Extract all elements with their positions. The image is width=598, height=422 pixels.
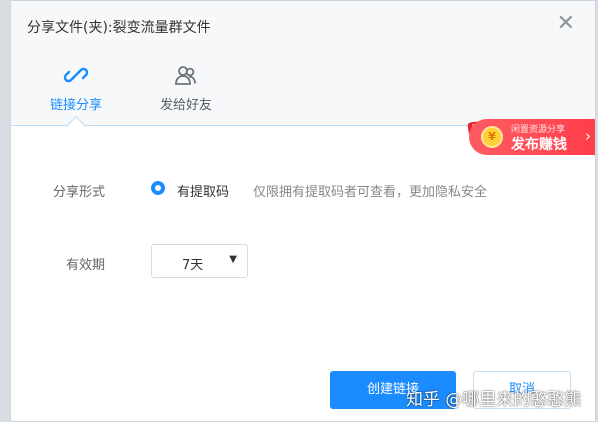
share-tabs: 链接分享 发给好友 HOT ¥ 闲置资源分享 发布赚钱 › [11,51,595,155]
validity-label: 有效期 [66,258,106,273]
link-icon [63,67,89,83]
chevron-down-icon: ▼ [229,254,237,265]
dialog-title: 分享文件(夹):裂变流量群文件 [27,20,211,36]
coin-icon: ¥ [481,126,503,148]
tab-link-share-label: 链接分享 [49,98,102,113]
chevron-right-icon: › [585,127,591,145]
watermark: 知乎 @哪里来的憨憨熊 [406,390,582,410]
share-type-label: 分享形式 [53,185,106,200]
tab-send-friends-label: 发给好友 [159,98,212,113]
validity-value: 7天 [182,258,204,273]
share-dialog: 分享文件(夹):裂变流量群文件 ✕ 链接分享 发给好友 ¥ 闲置资源分享 发布赚… [10,0,596,422]
tab-link-share[interactable]: 链接分享 [31,59,121,119]
validity-select[interactable]: 7天 ▼ [151,244,248,278]
close-icon[interactable]: ✕ [557,13,575,35]
friends-icon [175,66,196,85]
share-type-option-label[interactable]: 有提取码 [177,181,229,200]
share-type-radio[interactable] [151,181,165,195]
tab-send-friends[interactable]: 发给好友 [141,59,231,119]
promo-publish-earn-button[interactable]: ¥ 闲置资源分享 发布赚钱 › [469,119,595,155]
share-type-hint: 仅限拥有提取码者可查看，更加隐私安全 [253,185,488,200]
dialog-titlebar: 分享文件(夹):裂变流量群文件 ✕ [11,1,595,51]
promo-title: 发布赚钱 [511,137,567,153]
